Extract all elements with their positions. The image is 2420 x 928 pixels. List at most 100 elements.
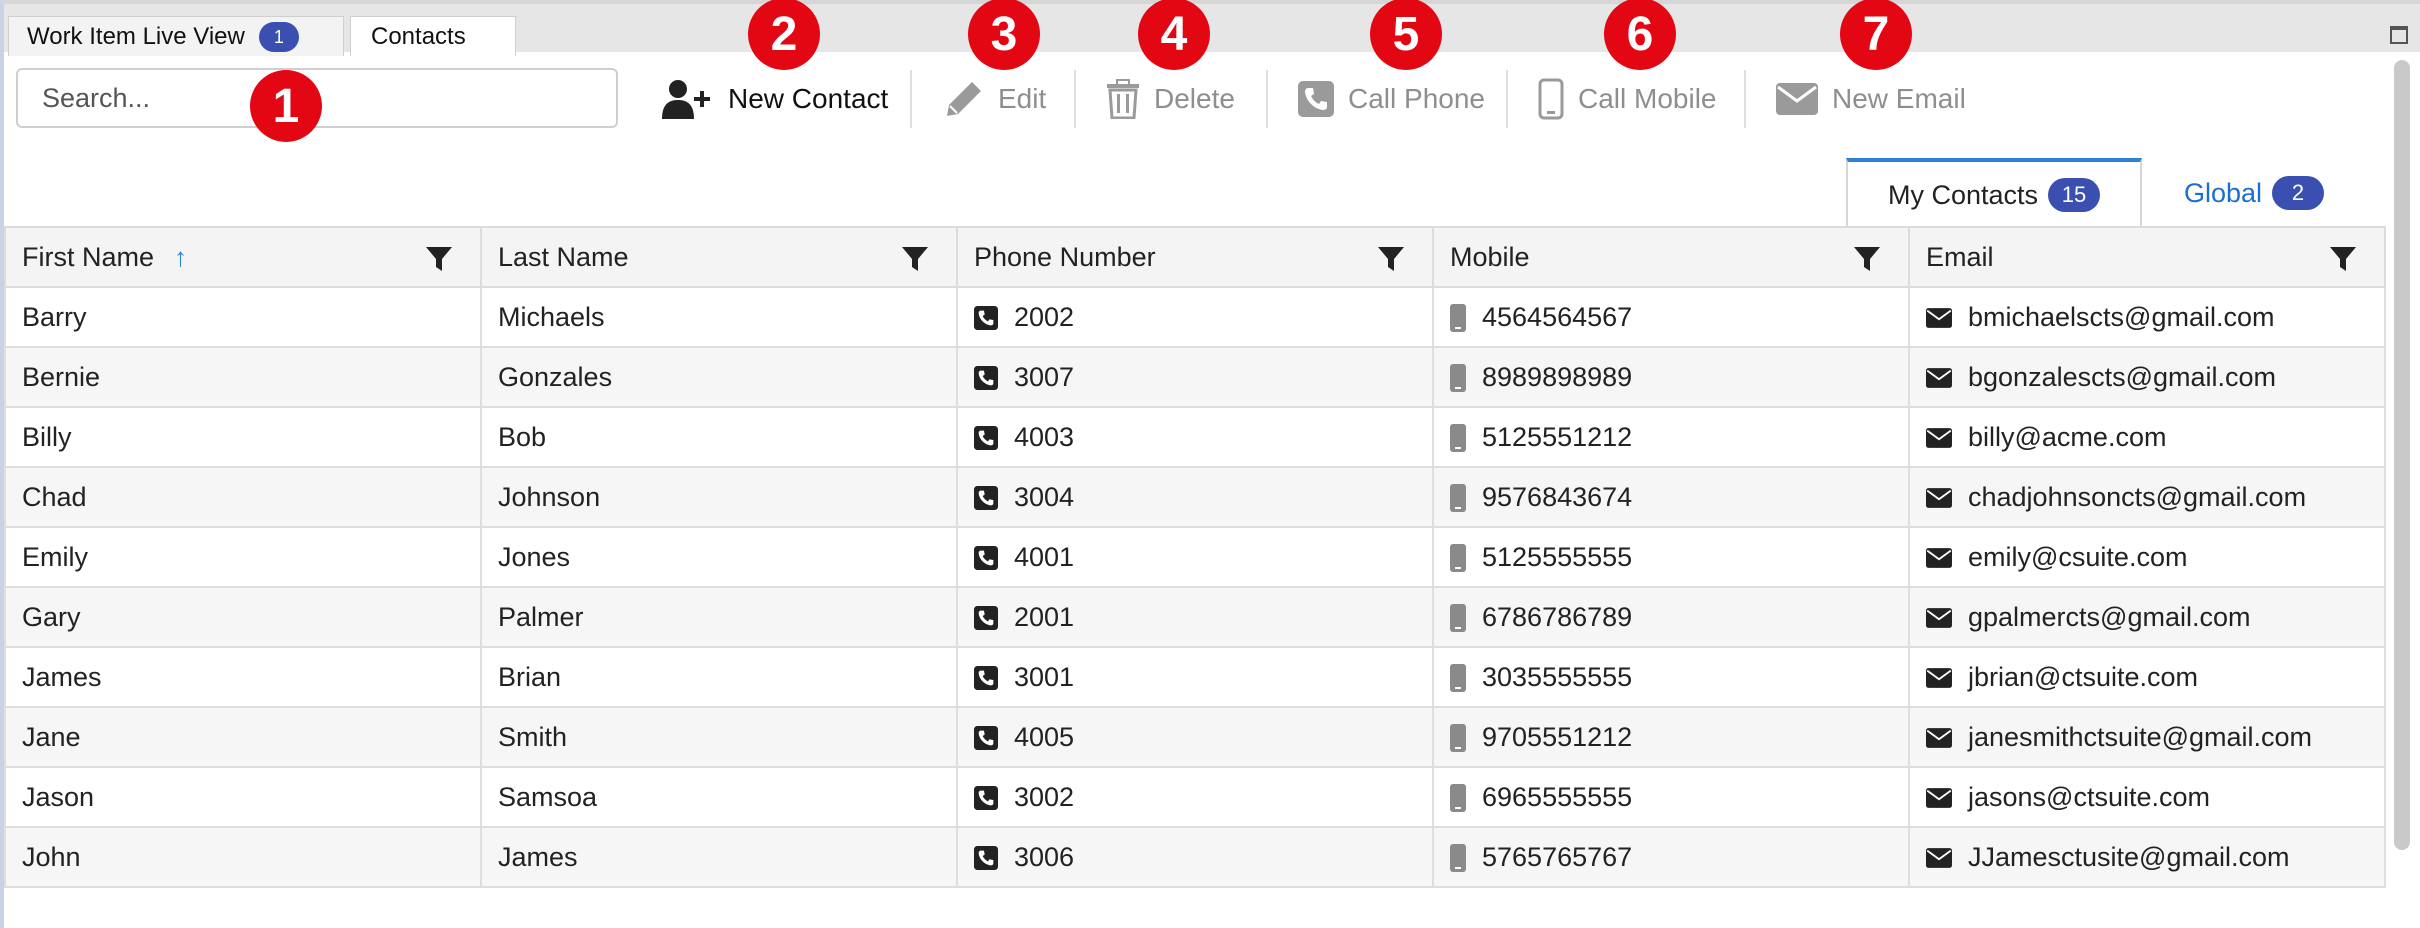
sort-up-icon: ↑	[174, 241, 188, 272]
tab-count-badge: 1	[258, 21, 299, 52]
envelope-icon[interactable]	[1926, 668, 1952, 689]
cell-first-name: Jason	[4, 766, 482, 828]
toolbar-divider	[910, 70, 912, 128]
filter-icon[interactable]	[1854, 246, 1880, 272]
table-row[interactable]: James Brian 3001 3035555555 jbrian@ctsui…	[4, 646, 2386, 708]
first-name-text: Jane	[22, 721, 81, 752]
table-row[interactable]: Chad Johnson 3004 9576843674 chadjohnson…	[4, 466, 2386, 528]
email-text: emily@csuite.com	[1968, 541, 2188, 572]
column-header-last-name[interactable]: Last Name	[480, 226, 958, 288]
phone-icon[interactable]	[974, 546, 998, 571]
cell-first-name: James	[4, 646, 482, 708]
phone-icon[interactable]	[974, 486, 998, 511]
table-row[interactable]: Emily Jones 4001 5125555555 emily@csuite…	[4, 526, 2386, 588]
cell-last-name: James	[480, 826, 958, 888]
filter-icon[interactable]	[902, 246, 928, 272]
call-phone-button[interactable]: Call Phone	[1298, 68, 1485, 130]
cell-phone-number: 4001	[956, 526, 1434, 588]
mobile-icon[interactable]	[1450, 604, 1466, 633]
toolbar-divider	[1074, 70, 1076, 128]
filter-icon[interactable]	[1378, 246, 1404, 272]
phone-icon[interactable]	[974, 666, 998, 691]
phone-icon[interactable]	[974, 786, 998, 811]
cell-mobile: 5765765767	[1432, 826, 1910, 888]
filter-icon[interactable]	[2330, 246, 2356, 272]
table-row[interactable]: Barry Michaels 2002 4564564567 bmichaels…	[4, 286, 2386, 348]
phone-number-text: 4005	[1014, 721, 1075, 752]
cell-last-name: Jones	[480, 526, 958, 588]
phone-icon[interactable]	[974, 366, 998, 391]
mobile-icon[interactable]	[1450, 484, 1466, 513]
envelope-icon[interactable]	[1926, 428, 1952, 449]
column-header-mobile[interactable]: Mobile	[1432, 226, 1910, 288]
envelope-icon[interactable]	[1926, 308, 1952, 329]
column-header-phone-number[interactable]: Phone Number	[956, 226, 1434, 288]
tab-global[interactable]: Global 2	[2184, 158, 2325, 228]
column-header-email[interactable]: Email	[1908, 226, 2386, 288]
phone-icon[interactable]	[974, 726, 998, 751]
mobile-number-text: 9576843674	[1482, 481, 1633, 512]
table-row[interactable]: Jason Samsoa 3002 6965555555 jasons@ctsu…	[4, 766, 2386, 828]
cell-email: bgonzalescts@gmail.com	[1908, 346, 2386, 408]
edit-button[interactable]: Edit	[944, 68, 1046, 130]
vertical-scrollbar[interactable]	[2394, 60, 2410, 850]
mobile-icon	[1538, 78, 1564, 120]
mobile-icon[interactable]	[1450, 364, 1466, 393]
filter-icon[interactable]	[426, 246, 452, 272]
toolbar-divider	[1266, 70, 1268, 128]
email-text: janesmithctsuite@gmail.com	[1968, 721, 2313, 752]
envelope-icon[interactable]	[1926, 608, 1952, 629]
cell-first-name: John	[4, 826, 482, 888]
maximize-icon[interactable]	[2390, 26, 2408, 44]
envelope-icon[interactable]	[1926, 548, 1952, 569]
mobile-icon[interactable]	[1450, 544, 1466, 573]
envelope-icon[interactable]	[1926, 488, 1952, 509]
envelope-icon[interactable]	[1926, 848, 1952, 869]
mobile-icon[interactable]	[1450, 304, 1466, 333]
tab-my-contacts[interactable]: My Contacts 15	[1846, 158, 2142, 228]
first-name-text: John	[22, 841, 81, 872]
first-name-text: Billy	[22, 421, 72, 452]
tab-work-item-live-view[interactable]: Work Item Live View 1	[8, 16, 344, 56]
table-header-row: First Name ↑ Last Name Phone Number Mobil…	[4, 226, 2386, 288]
tab-contacts[interactable]: Contacts	[350, 16, 516, 56]
cell-mobile: 5125555555	[1432, 526, 1910, 588]
column-header-first-name[interactable]: First Name ↑	[4, 226, 482, 288]
mobile-number-text: 6965555555	[1482, 781, 1633, 812]
cell-last-name: Michaels	[480, 286, 958, 348]
table-row[interactable]: Billy Bob 4003 5125551212 billy@acme.com	[4, 406, 2386, 468]
table-row[interactable]: Bernie Gonzales 3007 8989898989 bgonzale…	[4, 346, 2386, 408]
new-contact-button[interactable]: New Contact	[662, 68, 888, 130]
mobile-icon[interactable]	[1450, 664, 1466, 693]
mobile-icon[interactable]	[1450, 724, 1466, 753]
annotation-marker-4: 4	[1138, 0, 1210, 70]
call-mobile-button[interactable]: Call Mobile	[1538, 68, 1717, 130]
mobile-icon[interactable]	[1450, 424, 1466, 453]
first-name-text: Chad	[22, 481, 87, 512]
cell-first-name: Chad	[4, 466, 482, 528]
phone-icon[interactable]	[974, 426, 998, 451]
window-tab-strip: Work Item Live View 1 Contacts	[4, 4, 2420, 56]
delete-button[interactable]: Delete	[1106, 68, 1235, 130]
mobile-icon[interactable]	[1450, 784, 1466, 813]
tab-label: Work Item Live View	[27, 22, 245, 50]
phone-number-text: 3001	[1014, 661, 1075, 692]
last-name-text: Michaels	[498, 301, 605, 332]
column-header-label: Mobile	[1450, 241, 1530, 272]
new-email-button[interactable]: New Email	[1776, 68, 1966, 130]
envelope-icon[interactable]	[1926, 368, 1952, 389]
mobile-icon[interactable]	[1450, 844, 1466, 873]
envelope-icon[interactable]	[1926, 728, 1952, 749]
cell-last-name: Brian	[480, 646, 958, 708]
mobile-number-text: 9705551212	[1482, 721, 1633, 752]
phone-icon[interactable]	[974, 606, 998, 631]
tab-label: Global	[2184, 177, 2263, 208]
table-row[interactable]: Jane Smith 4005 9705551212 janesmithctsu…	[4, 706, 2386, 768]
table-row[interactable]: John James 3006 5765765767 JJamesctusite…	[4, 826, 2386, 888]
table-row[interactable]: Gary Palmer 2001 6786786789 gpalmercts@g…	[4, 586, 2386, 648]
phone-icon[interactable]	[974, 306, 998, 331]
last-name-text: Brian	[498, 661, 562, 692]
phone-icon[interactable]	[974, 846, 998, 871]
contacts-table: First Name ↑ Last Name Phone Number Mobil…	[4, 226, 2386, 888]
envelope-icon[interactable]	[1926, 788, 1952, 809]
